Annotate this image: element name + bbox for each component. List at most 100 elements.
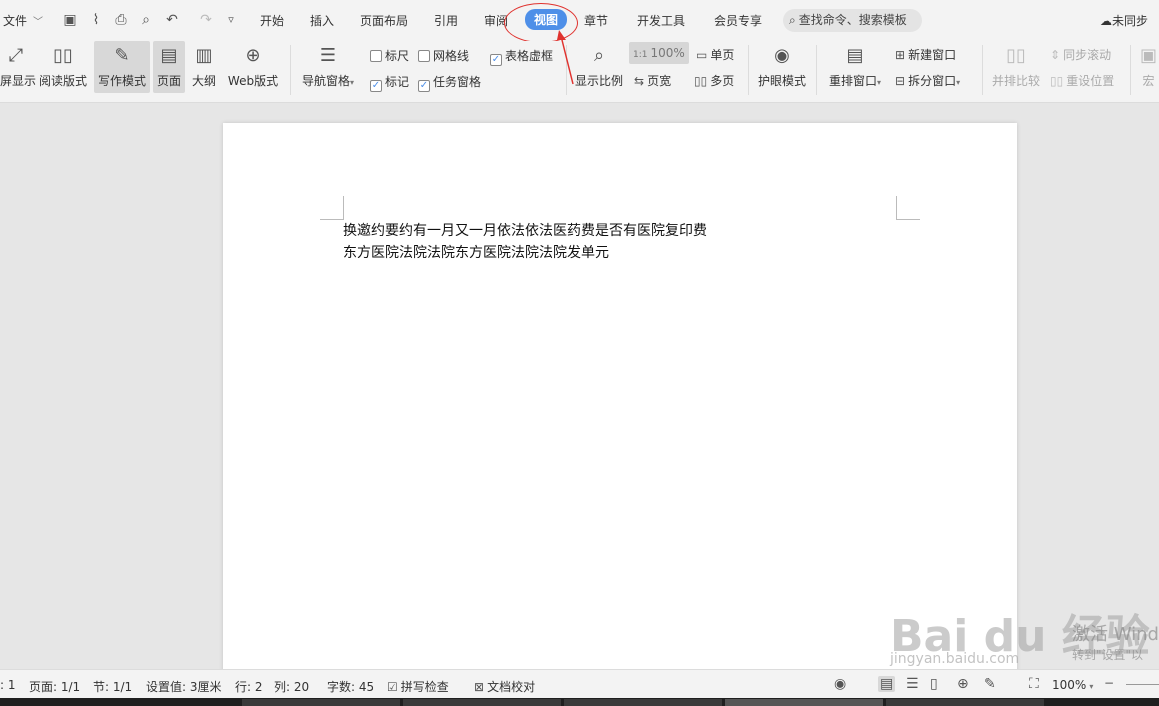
spell-check-button[interactable]: ☑ 拼写检查 [387,678,449,695]
doc-proof-button[interactable]: ⊠ 文档校对 [474,678,535,695]
taskbar-item[interactable] [886,699,1044,706]
single-page-button[interactable]: ▭ 单页 [696,46,734,63]
side-by-side-button[interactable]: ▯▯ 并排比较 [990,41,1042,93]
ribbon-separator [982,45,983,95]
document-text-line[interactable]: 换邀约要约有一月又一月依法依法医药费是否有医院复印费 [343,220,707,240]
status-word-count[interactable]: 字数: 45 [327,678,374,695]
write-view-icon[interactable]: ✎ [984,676,996,692]
print-icon[interactable]: ⎙ [112,11,130,29]
dropdown-caret-icon: ▾ [956,78,961,87]
cloud-icon: ☁ [1099,14,1112,28]
page-icon: ▤ [160,45,178,66]
checkbox-checked-icon: ✓ [418,80,430,92]
page-width-icon: ⇆ [634,74,645,88]
status-page-number[interactable]: : 1 [0,678,16,692]
eye-protection-button[interactable]: ◉ 护眼模式 [756,41,808,93]
checkbox-empty-icon [418,50,430,62]
gridlines-checkbox[interactable]: 网格线 [418,47,469,64]
print-preview-icon[interactable]: ⌕ [137,11,155,29]
macro-icon: ▣ [1139,45,1157,66]
format-painter-icon[interactable]: ⌇ [87,11,105,29]
dropdown-caret-icon: ▾ [1089,682,1094,691]
page-width-button[interactable]: ⇆ 页宽 [634,72,671,89]
tab-member[interactable]: 会员专享 [714,12,762,29]
windows-activation-subtitle: 转到"设置"以 [1072,648,1144,662]
web-view-icon[interactable]: ⊕ [957,676,969,692]
document-area[interactable]: 换邀约要约有一月又一月依法依法医药费是否有医院复印费 东方医院法院法院东方医院法… [0,103,1159,683]
eye-icon[interactable]: ◉ [834,676,846,692]
page-view-button[interactable]: ▤ 页面 [153,41,185,93]
tab-insert[interactable]: 插入 [310,12,334,29]
split-window-icon: ⊟ [895,74,906,88]
new-window-button[interactable]: ⊞ 新建窗口 [895,46,956,63]
fullscreen-button[interactable]: ⤢ 屏显示 [0,41,36,93]
web-layout-button[interactable]: ⊕ Web版式 [224,41,282,93]
status-col[interactable]: 列: 20 [274,678,309,695]
multi-page-icon: ▯▯ [694,74,708,88]
side-by-side-icon: ▯▯ [1006,45,1026,66]
sync-scroll-icon: ⇕ [1050,48,1061,62]
checkbox-checked-icon: ✓ [370,80,382,92]
one-to-one-icon: 1:1 [633,50,648,60]
undo-icon[interactable]: ↶ [163,11,181,29]
spell-check-icon: ☑ [387,680,398,694]
tab-references[interactable]: 引用 [434,12,458,29]
status-row[interactable]: 行: 2 [235,678,263,695]
nav-pane-button[interactable]: ☰ 导航窗格▾ [298,41,358,93]
multi-page-button[interactable]: ▯▯ 多页 [694,72,734,89]
doc-proof-icon: ⊠ [474,680,485,694]
zoom-slider[interactable] [1126,684,1159,685]
read-view-icon[interactable]: ▯ [930,676,938,692]
arrange-windows-icon: ▤ [846,45,864,66]
outline-icon: ▥ [195,45,213,66]
markup-checkbox[interactable]: ✓ 标记 [370,73,409,92]
windows-activation-title: 激活 Wind [1072,624,1159,645]
arrange-windows-button[interactable]: ▤ 重排窗口▾ [825,41,885,93]
redo-icon[interactable]: ↷ [197,11,215,29]
task-pane-checkbox[interactable]: ✓ 任务窗格 [418,73,481,92]
zoom-out-icon[interactable]: − [1104,676,1114,690]
tab-page-layout[interactable]: 页面布局 [360,12,408,29]
taskbar-item[interactable] [242,699,400,706]
taskbar-item[interactable] [725,699,883,706]
write-mode-button[interactable]: ✎ 写作模式 [94,41,150,93]
tab-developer[interactable]: 开发工具 [637,12,685,29]
tab-chapter[interactable]: 章节 [584,12,608,29]
status-setting[interactable]: 设置值: 3厘米 [146,678,222,695]
document-page[interactable]: 换邀约要约有一月又一月依法依法医药费是否有医院复印费 东方医院法院法院东方医院法… [223,123,1017,683]
taskbar-item[interactable] [403,699,561,706]
book-icon: ▯▯ [53,45,73,66]
checkbox-checked-icon: ✓ [490,54,502,66]
page-view-icon[interactable]: ▤ [878,676,896,692]
ribbon-separator [748,45,749,95]
fullscreen-icon: ⤢ [8,45,24,66]
ruler-checkbox[interactable]: 标尺 [370,47,409,64]
chevron-down-icon: ﹀ [33,17,44,28]
sync-scroll-button[interactable]: ⇕ 同步滚动 [1050,46,1111,63]
status-page[interactable]: 页面: 1/1 [29,678,80,695]
customize-quick-access-icon[interactable]: ▿ [222,11,240,29]
file-menu[interactable]: 文件 ﹀ [3,12,43,29]
tab-home[interactable]: 开始 [260,12,284,29]
read-mode-button[interactable]: ▯▯ 阅读版式 [37,41,89,93]
macro-button[interactable]: ▣ 宏 [1138,41,1159,93]
sync-status[interactable]: ☁未同步 [1100,12,1148,29]
taskbar-item[interactable] [564,699,722,706]
reset-position-button[interactable]: ▯▯ 重设位置 [1050,72,1114,89]
baidu-watermark-url: jingyan.baidu.com [890,651,1020,667]
zoom-100-button[interactable]: 1:1 100% [629,42,689,64]
margin-corner-top-left [320,196,344,220]
new-window-icon: ⊞ [895,48,906,62]
outline-button[interactable]: ▥ 大纲 [189,41,219,93]
document-text-line[interactable]: 东方医院法院法院东方医院法院法院发单元 [343,242,609,262]
split-window-button[interactable]: ⊟ 拆分窗口▾ [895,72,960,89]
save-icon[interactable]: ▣ [61,11,79,29]
margin-corner-top-right [896,196,920,220]
status-section[interactable]: 节: 1/1 [93,678,132,695]
table-gridlines-checkbox[interactable]: ✓ 表格虚框 [490,47,553,66]
outline-view-icon[interactable]: ☰ [906,676,919,692]
checkbox-empty-icon [370,50,382,62]
zoom-level-dropdown[interactable]: 100% ▾ [1052,678,1093,692]
fit-page-icon[interactable]: ⛶ [1029,676,1039,692]
command-search-input[interactable]: ⌕ 查找命令、搜索模板 [783,9,922,32]
